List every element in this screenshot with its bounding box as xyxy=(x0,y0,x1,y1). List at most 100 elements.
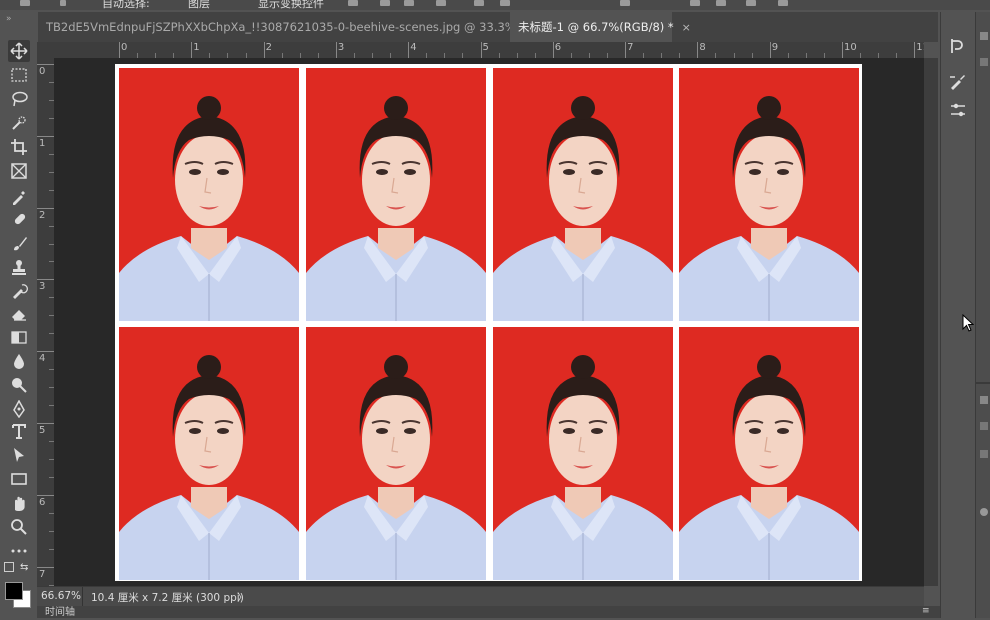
ruler-number: 6 xyxy=(39,496,46,508)
ruler-tick xyxy=(480,42,482,58)
marquee-tool-icon[interactable] xyxy=(8,64,30,86)
brush-settings-icon[interactable] xyxy=(948,72,968,92)
move-options-icon[interactable] xyxy=(60,0,66,6)
panel-tab-icon[interactable] xyxy=(980,32,988,40)
canvas-scroll-area[interactable] xyxy=(924,58,938,586)
ruler-number: 5 xyxy=(39,425,46,436)
brush-tool-icon[interactable] xyxy=(8,232,30,254)
id-photo xyxy=(493,68,673,321)
ruler-tick xyxy=(37,207,54,209)
align-center-icon[interactable] xyxy=(380,0,390,6)
panel-tab-icon[interactable] xyxy=(980,422,988,430)
tab-label: TB2dE5VmEdnpuFjSZPhXXbChpXa_!!3087621035… xyxy=(46,20,580,34)
distribute-icon[interactable] xyxy=(474,0,484,6)
ruler-tick xyxy=(552,42,554,58)
blur-tool-icon[interactable] xyxy=(8,350,30,372)
document-canvas[interactable] xyxy=(115,64,862,581)
id-photo xyxy=(119,327,299,580)
rotate-3d-icon[interactable] xyxy=(690,0,700,6)
align-top-icon[interactable] xyxy=(436,0,446,6)
healing-brush-tool-icon[interactable] xyxy=(8,208,30,230)
lasso-tool-icon[interactable] xyxy=(8,88,30,110)
ruler-horizontal[interactable]: 0 1 2 3 4 5 6 7 8 9 10 11 xyxy=(54,42,924,59)
drag-3d-icon[interactable] xyxy=(746,0,756,6)
timeline-panel: 时间轴 ≡ xyxy=(37,606,940,618)
hand-tool-icon[interactable] xyxy=(8,492,30,514)
ruler-number: 4 xyxy=(39,353,46,365)
eyedropper-tool-icon[interactable] xyxy=(8,186,30,208)
gradient-tool-icon[interactable] xyxy=(8,326,30,348)
ruler-tick xyxy=(37,494,54,496)
close-icon[interactable]: × xyxy=(682,21,691,34)
panel-tab-icon[interactable] xyxy=(980,450,988,458)
tab-untitled-1[interactable]: 未标题-1 @ 66.7%(RGB/8) * × xyxy=(510,12,691,42)
id-photo xyxy=(119,68,299,321)
ruler-number: 7 xyxy=(627,42,634,53)
more-tools-icon[interactable] xyxy=(8,540,30,562)
pen-tool-icon[interactable] xyxy=(8,398,30,420)
panel-menu-icon[interactable]: ≡ xyxy=(922,606,930,616)
ruler-number: 0 xyxy=(39,66,46,77)
auto-select-dropdown[interactable]: 图层 xyxy=(188,0,210,10)
mouse-cursor-icon xyxy=(962,314,974,332)
ruler-number: 11 xyxy=(916,42,924,53)
clone-stamp-tool-icon[interactable] xyxy=(8,256,30,278)
show-transform-checkbox[interactable]: 显示变换控件 xyxy=(258,0,324,10)
auto-select-label: 自动选择: xyxy=(102,0,150,10)
foreground-color-swatch[interactable] xyxy=(5,582,23,600)
id-photo xyxy=(306,68,486,321)
dodge-tool-icon[interactable] xyxy=(8,374,30,396)
type-tool-icon[interactable] xyxy=(8,420,30,442)
document-info: 10.4 厘米 x 7.2 厘米 (300 ppi) xyxy=(91,592,244,604)
ruler-number: 1 xyxy=(39,137,46,149)
ruler-vertical[interactable]: 0 1 2 3 4 5 6 7 xyxy=(37,58,55,586)
ruler-corner[interactable] xyxy=(37,42,54,58)
distribute-2-icon[interactable] xyxy=(500,0,510,6)
zoom-tool-icon[interactable] xyxy=(8,516,30,538)
frame-tool-icon[interactable] xyxy=(8,160,30,182)
ruler-tick xyxy=(37,135,54,137)
toolbar-collapse-icon[interactable]: » xyxy=(6,14,12,24)
eraser-tool-icon[interactable] xyxy=(8,302,30,324)
3d-mode-icon[interactable] xyxy=(620,0,630,6)
panel-tab-icon[interactable] xyxy=(980,58,988,66)
ruler-tick xyxy=(119,42,120,58)
ruler-tick xyxy=(37,351,54,353)
move-tool-icon[interactable] xyxy=(8,40,30,62)
ruler-number: 2 xyxy=(39,209,46,221)
ruler-number: 0 xyxy=(121,42,128,53)
tab-beehive-image[interactable]: TB2dE5VmEdnpuFjSZPhXXbChpXa_!!3087621035… xyxy=(38,12,597,42)
ruler-number: 6 xyxy=(554,42,562,53)
slide-3d-icon[interactable] xyxy=(778,0,788,6)
panel-tab-icon[interactable] xyxy=(980,396,988,404)
visibility-icon[interactable] xyxy=(980,508,988,516)
history-brush-tool-icon[interactable] xyxy=(8,280,30,302)
adjustments-icon[interactable] xyxy=(948,100,968,120)
ruler-number: 9 xyxy=(771,42,779,53)
history-panel-icon[interactable] xyxy=(948,36,968,56)
align-right-icon[interactable] xyxy=(404,0,414,6)
roll-3d-icon[interactable] xyxy=(716,0,726,6)
status-menu-arrow-icon[interactable]: 〉 xyxy=(237,590,248,605)
id-photo xyxy=(679,68,859,321)
ruler-number: 8 xyxy=(699,42,706,53)
status-bar: 66.67% 10.4 厘米 x 7.2 厘米 (300 ppi) 〉 xyxy=(37,586,924,607)
ruler-number: 5 xyxy=(482,42,489,53)
swap-colors-icon[interactable]: ⇆ xyxy=(20,562,28,573)
ruler-tick xyxy=(335,42,337,58)
ruler-number: 1 xyxy=(193,42,200,53)
default-colors-icon[interactable] xyxy=(4,562,14,572)
ruler-number: 4 xyxy=(410,42,417,53)
quick-select-tool-icon[interactable] xyxy=(8,112,30,134)
zoom-level[interactable]: 66.67% xyxy=(41,590,81,602)
crop-tool-icon[interactable] xyxy=(8,136,30,158)
rectangle-tool-icon[interactable] xyxy=(8,468,30,490)
ruler-tick xyxy=(769,42,771,58)
home-icon[interactable] xyxy=(20,0,30,6)
ruler-number: 7 xyxy=(39,568,46,580)
ruler-tick xyxy=(263,42,265,58)
id-photo xyxy=(679,327,859,580)
path-select-tool-icon[interactable] xyxy=(8,444,30,466)
ruler-tick xyxy=(191,42,193,58)
align-left-icon[interactable] xyxy=(348,0,358,6)
